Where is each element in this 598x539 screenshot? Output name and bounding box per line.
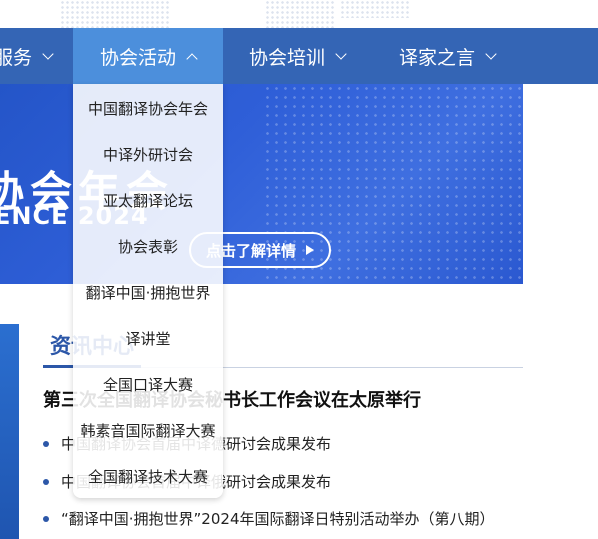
- nav-item-label: 协会活动: [99, 46, 176, 69]
- dropdown-item-chinese-foreign-seminar[interactable]: 中译外研讨会: [73, 144, 223, 165]
- world-map-decoration: [0, 0, 598, 30]
- news-list-item[interactable]: “翻译中国·拥抱世界”2024年国际翻译日特别活动举办（第八期）: [43, 508, 495, 529]
- chevron-down-icon: [335, 47, 347, 60]
- bullet-icon: [43, 478, 49, 485]
- nav-item-services[interactable]: 服务: [0, 28, 54, 84]
- dropdown-item-annual-conference[interactable]: 中国翻译协会年会: [73, 98, 223, 119]
- dropdown-item-translation-tech-contest[interactable]: 全国翻译技术大赛: [73, 466, 223, 487]
- side-photo[interactable]: [0, 324, 19, 539]
- nav-item-label: 译家之言: [399, 46, 476, 69]
- main-nav-bar: 服务 协会活动 协会培训 译家之言: [0, 28, 598, 84]
- chevron-up-icon: [186, 52, 198, 65]
- dropdown-item-asia-pacific-forum[interactable]: 亚太翻译论坛: [73, 190, 223, 211]
- activities-dropdown-menu: 中国翻译协会年会 中译外研讨会 亚太翻译论坛 协会表彰 翻译中国·拥抱世界 译讲…: [73, 84, 223, 498]
- bullet-icon: [43, 440, 49, 447]
- news-item-text: “翻译中国·拥抱世界”2024年国际翻译日特别活动举办（第八期）: [61, 510, 495, 528]
- play-arrow-icon: [306, 245, 314, 255]
- dropdown-item-han-suyin-contest[interactable]: 韩素音国际翻译大赛: [73, 420, 223, 441]
- nav-item-label: 服务: [0, 46, 33, 69]
- dropdown-item-interpreting-contest[interactable]: 全国口译大赛: [73, 374, 223, 395]
- dropdown-item-translate-china[interactable]: 翻译中国·拥抱世界: [73, 282, 223, 303]
- nav-item-label: 协会培训: [249, 46, 326, 69]
- nav-item-translator-words[interactable]: 译家之言: [399, 28, 497, 84]
- chevron-down-icon: [42, 47, 54, 60]
- nav-item-association-activities[interactable]: 协会活动: [73, 28, 223, 84]
- chevron-down-icon: [485, 47, 497, 60]
- nav-item-association-training[interactable]: 协会培训: [249, 28, 347, 84]
- dropdown-item-lecture-hall[interactable]: 译讲堂: [73, 328, 223, 349]
- bullet-icon: [43, 515, 49, 522]
- dropdown-item-awards[interactable]: 协会表彰: [73, 236, 223, 257]
